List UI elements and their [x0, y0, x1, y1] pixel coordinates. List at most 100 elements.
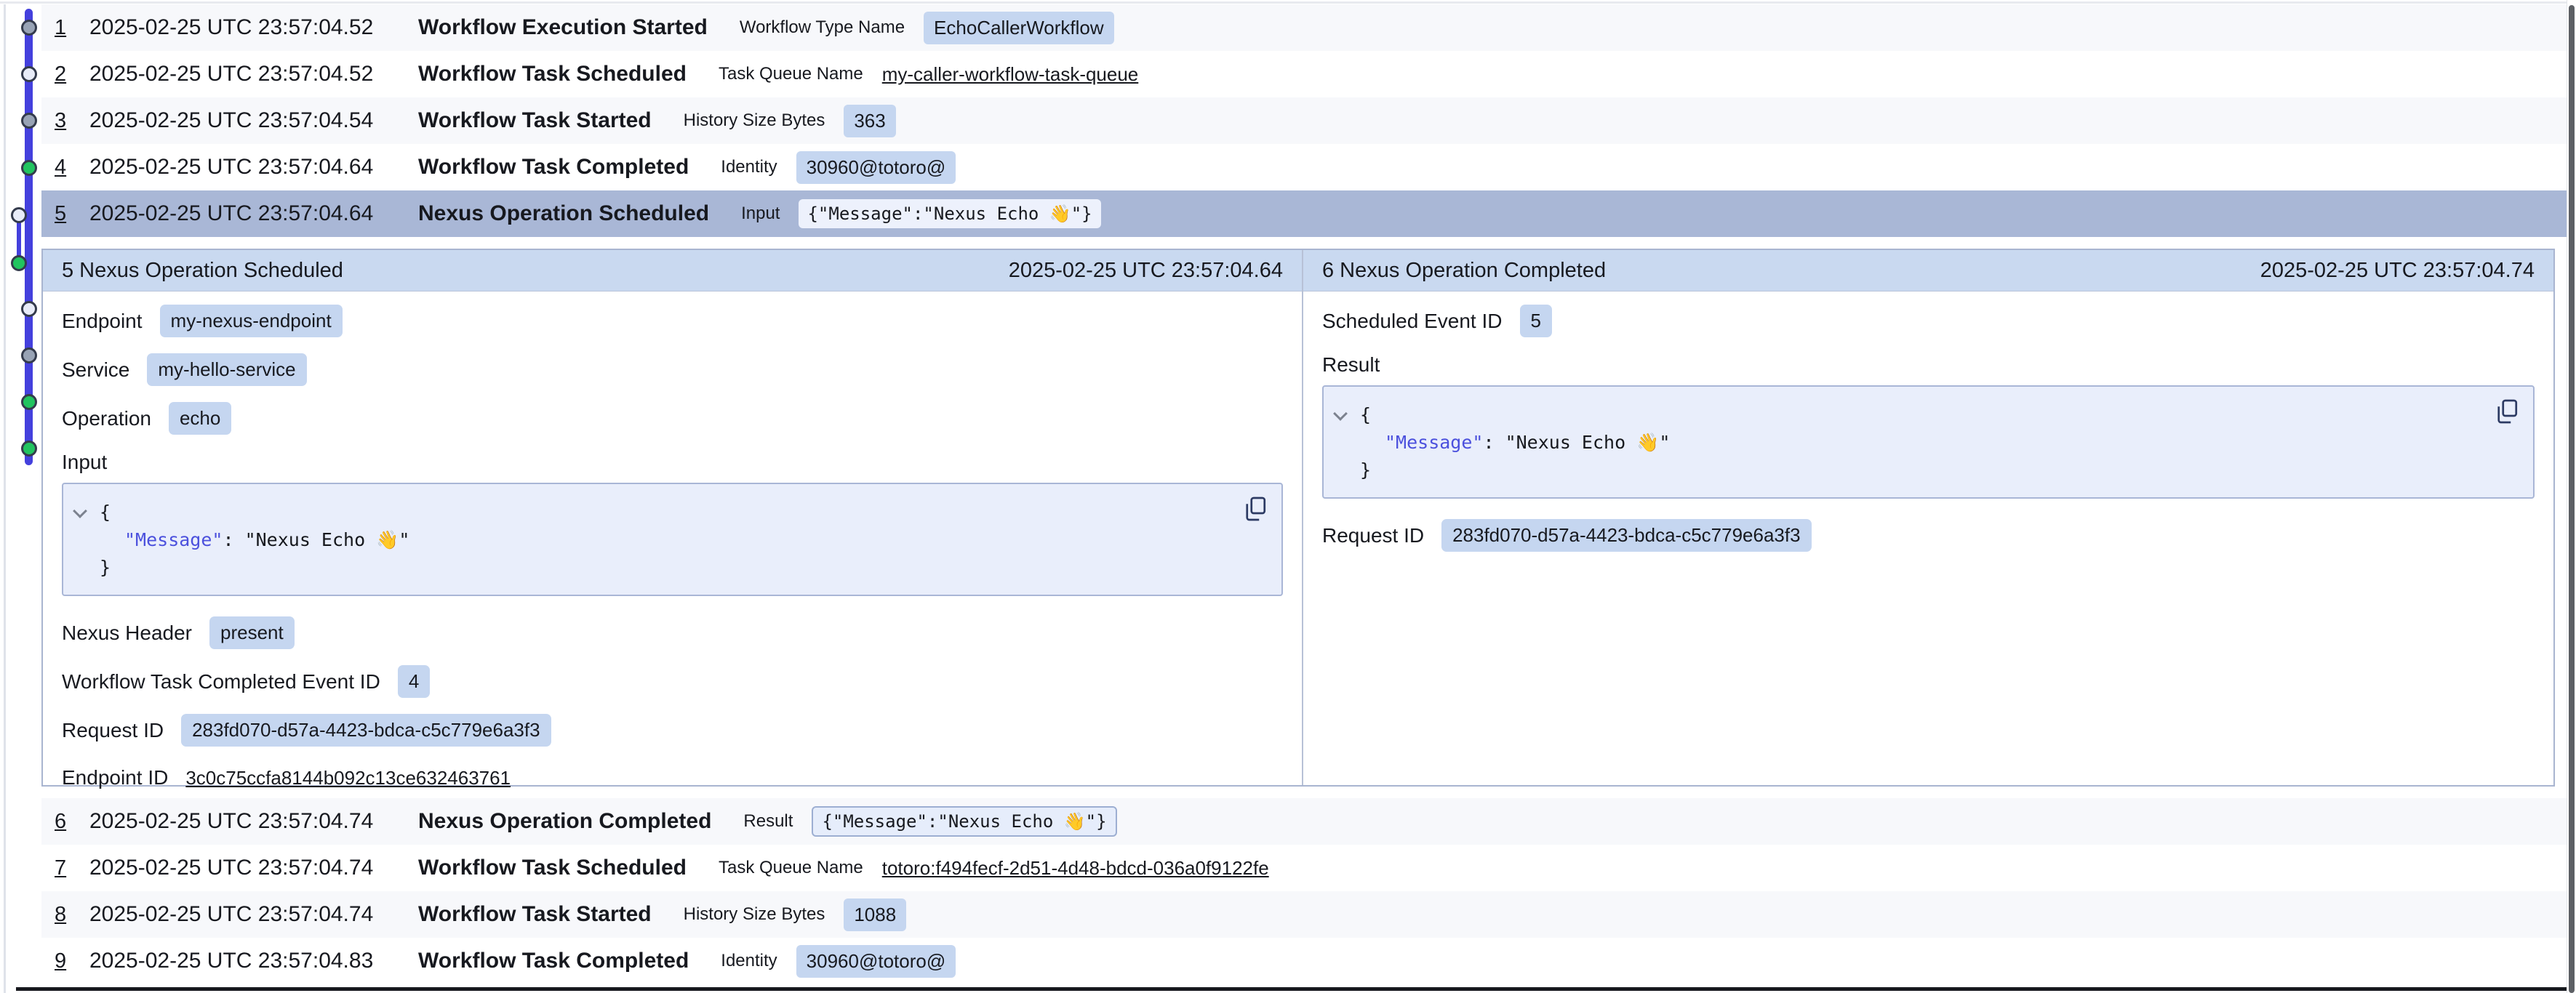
timeline-node-event-4[interactable]: [21, 160, 37, 176]
json-line-close: }: [1338, 457, 2519, 484]
timeline-node-event-9[interactable]: [21, 441, 37, 457]
event-row-8[interactable]: 82025-02-25 UTC 23:57:04.74Workflow Task…: [41, 891, 2568, 938]
timeline-node-event-6[interactable]: [11, 255, 27, 271]
event-timeline: [0, 0, 41, 509]
event-timestamp: 2025-02-25 UTC 23:57:04.74: [89, 902, 418, 927]
event-attr-value[interactable]: totoro:f494fecf-2d51-4d48-bdcd-036a0f912…: [882, 857, 1269, 880]
event-name: Workflow Execution Started: [418, 15, 708, 40]
payload-label: Result: [1322, 353, 2535, 377]
event-attr-value: {"Message":"Nexus Echo 👋"}: [799, 199, 1100, 228]
timeline-node-event-2[interactable]: [21, 66, 37, 82]
section-end-divider: [16, 987, 2568, 991]
detail-field-label: Operation: [62, 407, 151, 430]
event-name: Workflow Task Scheduled: [418, 62, 687, 87]
event-id-link[interactable]: 8: [55, 903, 89, 927]
event-row-1[interactable]: 12025-02-25 UTC 23:57:04.52Workflow Exec…: [41, 4, 2568, 51]
detail-field: Request ID283fd070-d57a-4423-bdca-c5c779…: [62, 714, 1283, 747]
event-attr-label: Identity: [721, 157, 777, 177]
panel-timestamp: 2025-02-25 UTC 23:57:04.74: [2260, 259, 2535, 283]
json-key: "Message": [1385, 432, 1483, 453]
event-name: Workflow Task Completed: [418, 949, 689, 973]
event-row-4[interactable]: 42025-02-25 UTC 23:57:04.64Workflow Task…: [41, 144, 2568, 190]
timeline-node-event-6[interactable]: [21, 301, 37, 317]
event-row-6[interactable]: 62025-02-25 UTC 23:57:04.74Nexus Operati…: [41, 798, 2568, 845]
panel-nexus-operation-completed: 6 Nexus Operation Completed 2025-02-25 U…: [1303, 250, 2553, 785]
event-timestamp: 2025-02-25 UTC 23:57:04.64: [89, 201, 418, 226]
panel-title: 5 Nexus Operation Scheduled: [62, 259, 343, 283]
json-payload-viewer: {"Message": "Nexus Echo 👋"}: [1322, 385, 2535, 499]
detail-field: Request ID 283fd070-d57a-4423-bdca-c5c779…: [1322, 519, 2535, 552]
event-attr-value: 363: [844, 105, 895, 137]
event-name: Nexus Operation Completed: [418, 809, 711, 834]
event-attr-label: Task Queue Name: [719, 64, 863, 84]
event-attr-label: Result: [743, 811, 793, 832]
payload-label: Input: [62, 451, 1283, 474]
timeline-node-event-1[interactable]: [21, 20, 37, 36]
json-line-open: {: [78, 499, 1267, 526]
panel-header: 6 Nexus Operation Completed 2025-02-25 U…: [1303, 250, 2553, 292]
detail-field-value: 283fd070-d57a-4423-bdca-c5c779e6a3f3: [1441, 519, 1812, 552]
panel-body: Endpointmy-nexus-endpoint Service my-hello…: [43, 292, 1302, 822]
detail-field-label: Workflow Task Completed Event ID: [62, 670, 380, 694]
detail-field-value: 4: [398, 665, 430, 698]
event-id-link[interactable]: 2: [55, 63, 89, 87]
detail-field: Endpointmy-nexus-endpoint: [62, 305, 1283, 337]
detail-field-label: Endpoint ID: [62, 766, 168, 789]
detail-field-link[interactable]: 3c0c75ccfa8144b092c13ce632463761: [185, 767, 511, 789]
event-name: Workflow Task Scheduled: [418, 856, 687, 880]
json-line-message: "Message": "Nexus Echo 👋": [78, 526, 1267, 554]
timeline-node-event-8[interactable]: [21, 394, 37, 410]
event-attr-value: 1088: [844, 898, 906, 931]
panel-header: 5 Nexus Operation Scheduled 2025-02-25 U…: [43, 250, 1302, 292]
event-detail-panels: 5 Nexus Operation Scheduled 2025-02-25 U…: [41, 249, 2555, 787]
detail-field-label: Endpoint: [62, 310, 143, 333]
event-timestamp: 2025-02-25 UTC 23:57:04.74: [89, 809, 418, 834]
event-id-link[interactable]: 4: [55, 156, 89, 180]
detail-field: Operation echo: [62, 402, 1283, 435]
event-attr-label: Identity: [721, 951, 777, 971]
event-timestamp: 2025-02-25 UTC 23:57:04.54: [89, 108, 418, 133]
workflow-event-history: 12025-02-25 UTC 23:57:04.52Workflow Exec…: [0, 0, 2576, 993]
event-row-7[interactable]: 72025-02-25 UTC 23:57:04.74Workflow Task…: [41, 845, 2568, 891]
event-rows-top: 12025-02-25 UTC 23:57:04.52Workflow Exec…: [41, 4, 2568, 237]
panel-title: 6 Nexus Operation Completed: [1322, 259, 1606, 283]
detail-field-value: my-hello-service: [147, 353, 306, 386]
event-row-3[interactable]: 32025-02-25 UTC 23:57:04.54Workflow Task…: [41, 97, 2568, 144]
event-row-2[interactable]: 22025-02-25 UTC 23:57:04.52Workflow Task…: [41, 51, 2568, 97]
event-id-link[interactable]: 5: [55, 202, 89, 226]
detail-field-label: Service: [62, 358, 129, 382]
json-key: "Message": [124, 529, 223, 550]
event-timestamp: 2025-02-25 UTC 23:57:04.52: [89, 62, 418, 87]
event-name: Workflow Task Completed: [418, 155, 689, 180]
timeline-node-event-5[interactable]: [11, 207, 27, 223]
event-attr-value[interactable]: my-caller-workflow-task-queue: [882, 63, 1139, 86]
event-name: Nexus Operation Scheduled: [418, 201, 709, 226]
json-line-message: "Message": "Nexus Echo 👋": [1338, 429, 2519, 457]
detail-field-label: Request ID: [62, 719, 164, 742]
event-id-link[interactable]: 1: [55, 16, 89, 40]
detail-field-value: echo: [169, 402, 231, 435]
copy-icon[interactable]: [1242, 494, 1268, 523]
event-name: Workflow Task Started: [418, 108, 652, 133]
detail-field-value: present: [209, 616, 295, 649]
scrollbar-thumb[interactable]: [2569, 5, 2575, 993]
timeline-node-event-3[interactable]: [21, 113, 37, 129]
event-rows-bottom: 62025-02-25 UTC 23:57:04.74Nexus Operati…: [41, 798, 2568, 984]
event-timestamp: 2025-02-25 UTC 23:57:04.83: [89, 949, 418, 973]
event-attr-label: History Size Bytes: [684, 904, 825, 925]
event-id-link[interactable]: 9: [55, 949, 89, 973]
event-row-9[interactable]: 92025-02-25 UTC 23:57:04.83Workflow Task…: [41, 938, 2568, 984]
detail-field: Endpoint ID 3c0c75ccfa8144b092c13ce632463…: [62, 763, 1283, 793]
event-id-link[interactable]: 3: [55, 109, 89, 133]
detail-field: Nexus Headerpresent: [62, 616, 1283, 649]
event-id-link[interactable]: 7: [55, 856, 89, 880]
timeline-node-event-7[interactable]: [21, 347, 37, 363]
event-id-link[interactable]: 6: [55, 810, 89, 834]
copy-icon[interactable]: [2494, 397, 2520, 426]
event-row-5[interactable]: 52025-02-25 UTC 23:57:04.64Nexus Operati…: [41, 190, 2568, 237]
json-line-open: {: [1338, 401, 2519, 429]
event-attr-label: History Size Bytes: [684, 110, 825, 131]
detail-field-label: Request ID: [1322, 524, 1424, 547]
panel-body: Scheduled Event ID5Result{"Message": "Ne…: [1303, 292, 2553, 785]
vertical-scrollbar[interactable]: [2567, 0, 2576, 993]
